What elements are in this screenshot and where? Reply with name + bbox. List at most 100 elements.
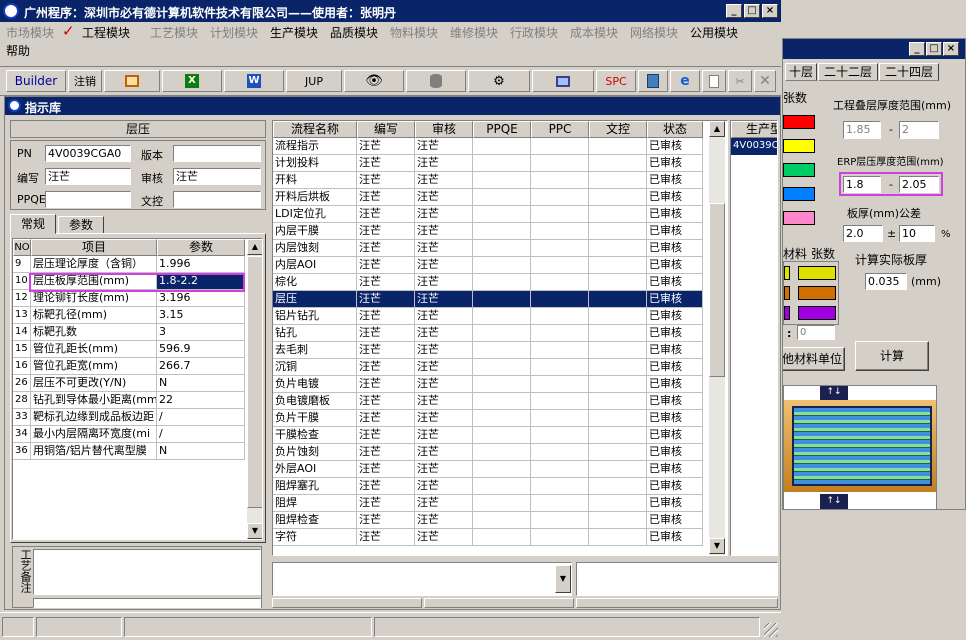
word-button[interactable]: W [224, 70, 284, 92]
flow-row[interactable]: 负片蚀刻 汪芒 汪芒 已审核 [273, 444, 703, 461]
params-scrollbar[interactable]: ▲ ▼ [247, 239, 262, 539]
flow-row[interactable]: 流程指示 汪芒 汪芒 已审核 [273, 138, 703, 155]
close-button[interactable]: × [762, 4, 778, 18]
database-button[interactable] [406, 70, 466, 92]
flow-row[interactable]: LDI定位孔 汪芒 汪芒 已审核 [273, 206, 703, 223]
param-value[interactable]: 1.8-2.2 [157, 273, 245, 290]
param-value[interactable]: 22 [157, 392, 245, 409]
param-row[interactable]: 10 层压板厚范围(mm) 1.8-2.2 [13, 273, 245, 290]
scroll-thumb[interactable] [247, 256, 262, 508]
right-tab-10[interactable]: 十层 [785, 63, 817, 81]
menu-market[interactable]: 市场模块 [6, 24, 54, 41]
flow-row[interactable]: 外层AOI 汪芒 汪芒 已审核 [273, 461, 703, 478]
menu-engineering[interactable]: 工程模块 [82, 24, 130, 41]
menu-help[interactable]: 帮助 [6, 42, 30, 59]
spc-button[interactable]: SPC [596, 70, 636, 92]
eng-max-field[interactable]: 2 [899, 121, 939, 139]
menu-cost[interactable]: 成本模块 [570, 24, 618, 41]
param-row[interactable]: 36 用铜箔/铝片替代离型膜 N [13, 443, 245, 460]
right-tab-22[interactable]: 二十二层 [818, 63, 878, 81]
param-value[interactable]: 3 [157, 324, 245, 341]
swatch-red[interactable] [783, 115, 815, 129]
exit-button[interactable]: ✕ [754, 70, 776, 92]
param-row[interactable]: 15 管位孔距长(mm) 596.9 [13, 341, 245, 358]
param-row[interactable]: 28 钻孔到导体最小距离(mm 22 [13, 392, 245, 409]
swatch-blue[interactable] [783, 187, 815, 201]
param-row[interactable]: 34 最小内层隔离环宽度(mi / [13, 426, 245, 443]
minimize-button[interactable]: _ [726, 4, 742, 18]
flow-row[interactable]: 沉铜 汪芒 汪芒 已审核 [273, 359, 703, 376]
bottom-combo[interactable]: ▼ [272, 562, 572, 596]
combo-down-arrow[interactable]: ▼ [555, 565, 571, 593]
flow-scroll-thumb[interactable] [709, 203, 725, 377]
right-maximize-button[interactable]: □ [926, 42, 942, 56]
menu-admin[interactable]: 行政模块 [510, 24, 558, 41]
menu-process[interactable]: 工艺模块 [150, 24, 198, 41]
param-row[interactable]: 13 标靶孔径(mm) 3.15 [13, 307, 245, 324]
view-button[interactable]: 👁 [344, 70, 404, 92]
param-value[interactable]: 266.7 [157, 358, 245, 375]
flow-row[interactable]: 负片电镀 汪芒 汪芒 已审核 [273, 376, 703, 393]
tolerance-field[interactable]: 10 [899, 225, 935, 242]
param-value[interactable]: / [157, 409, 245, 426]
right-tab-24[interactable]: 二十四层 [879, 63, 939, 81]
builder-button[interactable]: Builder [6, 70, 66, 92]
flow-row[interactable]: 开料后烘板 汪芒 汪芒 已审核 [273, 189, 703, 206]
tab-params[interactable]: 参数 [58, 216, 104, 234]
flow-row[interactable]: 干膜检查 汪芒 汪芒 已审核 [273, 427, 703, 444]
remark-input-2[interactable] [33, 598, 261, 608]
erp-min-field[interactable]: 1.8 [843, 176, 881, 193]
flow-row[interactable]: 棕化 汪芒 汪芒 已审核 [273, 274, 703, 291]
param-row[interactable]: 12 理论铆钉长度(mm) 3.196 [13, 290, 245, 307]
erp-max-field[interactable]: 2.05 [899, 176, 939, 193]
colon-field[interactable]: 0 [797, 325, 835, 340]
param-row[interactable]: 26 层压不可更改(Y/N) N [13, 375, 245, 392]
menu-production[interactable]: 生产模块 [270, 24, 318, 41]
param-row[interactable]: 16 管位孔距宽(mm) 266.7 [13, 358, 245, 375]
jup-button[interactable]: JUP [286, 70, 342, 92]
menu-plan[interactable]: 计划模块 [210, 24, 258, 41]
flow-row[interactable]: 字符 汪芒 汪芒 已审核 [273, 529, 703, 546]
right-minimize-button[interactable]: _ [909, 42, 925, 56]
material-orange-1[interactable] [784, 286, 790, 300]
scroll-up-arrow[interactable]: ▲ [247, 239, 262, 255]
window-icon-button[interactable] [104, 70, 160, 92]
flow-row[interactable]: 负电镀磨板 汪芒 汪芒 已审核 [273, 393, 703, 410]
flow-row[interactable]: 阻焊塞孔 汪芒 汪芒 已审核 [273, 478, 703, 495]
tab-general[interactable]: 常规 [10, 214, 56, 234]
param-value[interactable]: N [157, 375, 245, 392]
calc-button[interactable]: 计算 [855, 341, 929, 371]
scroll-down-arrow[interactable]: ▼ [247, 523, 262, 539]
flow-row[interactable]: 内层干膜 汪芒 汪芒 已审核 [273, 223, 703, 240]
settings-button[interactable]: ⚙ [468, 70, 530, 92]
param-row[interactable]: 33 靶标孔边缘到成品板边距 / [13, 409, 245, 426]
maximize-button[interactable]: □ [744, 4, 760, 18]
material-unit-button[interactable]: 他材料单位 [783, 347, 845, 371]
flow-row[interactable]: 铝片钻孔 汪芒 汪芒 已审核 [273, 308, 703, 325]
bottom-input-right[interactable] [576, 562, 778, 596]
count-orange[interactable] [798, 286, 836, 300]
menu-material[interactable]: 物料模块 [390, 24, 438, 41]
flow-scroll-down[interactable]: ▼ [709, 538, 725, 554]
swatch-green[interactable] [783, 163, 815, 177]
param-value[interactable]: 596.9 [157, 341, 245, 358]
flow-row[interactable]: 负片干膜 汪芒 汪芒 已审核 [273, 410, 703, 427]
count-yellow[interactable] [798, 266, 836, 280]
menu-quality[interactable]: 品质模块 [330, 24, 378, 41]
param-value[interactable]: 1.996 [157, 256, 245, 273]
flow-scroll-up[interactable]: ▲ [709, 121, 725, 137]
resize-grip-icon[interactable] [764, 623, 778, 637]
review-field[interactable]: 汪芒 [173, 168, 261, 185]
flow-row[interactable]: 阻焊 汪芒 汪芒 已审核 [273, 495, 703, 512]
param-row[interactable]: 14 标靶孔数 3 [13, 324, 245, 341]
count-purple[interactable] [798, 306, 836, 320]
ie-button[interactable]: e [670, 70, 700, 92]
side-row-selected[interactable]: 4V0039C [731, 138, 777, 155]
right-close-button[interactable]: × [943, 42, 959, 56]
wenkong-field[interactable] [173, 191, 261, 208]
menu-network[interactable]: 网络模块 [630, 24, 678, 41]
logout-button[interactable]: 注销 [68, 70, 102, 92]
swatch-yellow[interactable] [783, 139, 815, 153]
flow-row[interactable]: 开料 汪芒 汪芒 已审核 [273, 172, 703, 189]
calc-value-field[interactable]: 0.035 [865, 273, 907, 290]
